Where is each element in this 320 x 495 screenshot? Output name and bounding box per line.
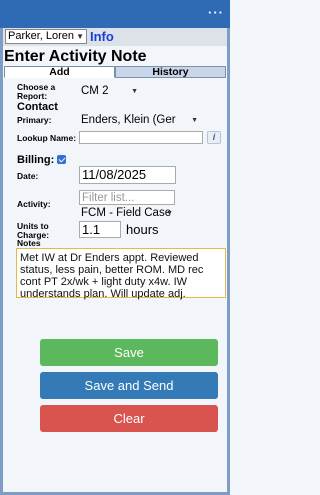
save-and-send-button[interactable]: Save and Send — [40, 372, 218, 399]
activity-select[interactable]: FCM - Field Case ▼ — [79, 206, 175, 220]
units-input[interactable]: 1.1 — [79, 221, 121, 238]
tab-history[interactable]: History — [115, 66, 226, 78]
billing-checkbox[interactable] — [57, 155, 66, 164]
primary-contact-select[interactable]: Enders, Klein (Ger ▼ — [79, 113, 200, 129]
chevron-down-icon: ▼ — [191, 117, 198, 124]
lookup-name-input[interactable] — [79, 131, 203, 144]
info-icon[interactable]: i — [207, 131, 221, 144]
info-link[interactable]: Info — [90, 28, 114, 45]
contact-section-title: Contact — [17, 101, 58, 113]
chevron-down-icon: ▼ — [131, 88, 138, 95]
primary-label: Primary: — [17, 115, 52, 125]
client-select[interactable]: Parker, Loren ▼ — [5, 29, 87, 44]
client-select-value: Parker, Loren — [8, 30, 75, 42]
report-label-line2: Report: — [17, 91, 48, 101]
client-row: Parker, Loren ▼ Info — [3, 28, 227, 46]
activity-filter-input[interactable]: Filter list... — [79, 190, 175, 205]
chevron-down-icon: ▼ — [76, 32, 84, 41]
units-suffix: hours — [126, 222, 159, 237]
clear-button[interactable]: Clear — [40, 405, 218, 432]
report-select[interactable]: CM 2 ▼ — [79, 84, 140, 100]
save-button[interactable]: Save — [40, 339, 218, 366]
chevron-down-icon: ▼ — [166, 210, 173, 217]
billing-label: Billing: — [17, 154, 55, 166]
page-title: Enter Activity Note — [4, 48, 147, 65]
tab-bar: Add History — [4, 66, 226, 78]
report-select-value: CM 2 — [81, 85, 109, 97]
more-horizontal-icon[interactable]: ··· — [208, 6, 224, 20]
notes-label: Notes — [17, 238, 41, 248]
activity-select-value: FCM - Field Case — [81, 207, 172, 219]
activity-label: Activity: — [17, 199, 51, 209]
lookup-name-label: Lookup Name: — [17, 133, 77, 143]
date-input[interactable]: 11/08/2025 — [79, 166, 176, 184]
primary-contact-value: Enders, Klein (Ger — [81, 114, 176, 126]
top-bar: ··· — [0, 0, 230, 28]
notes-textarea[interactable]: Met IW at Dr Enders appt. Reviewed statu… — [16, 248, 226, 300]
date-label: Date: — [17, 171, 39, 181]
tab-add[interactable]: Add — [4, 66, 115, 78]
